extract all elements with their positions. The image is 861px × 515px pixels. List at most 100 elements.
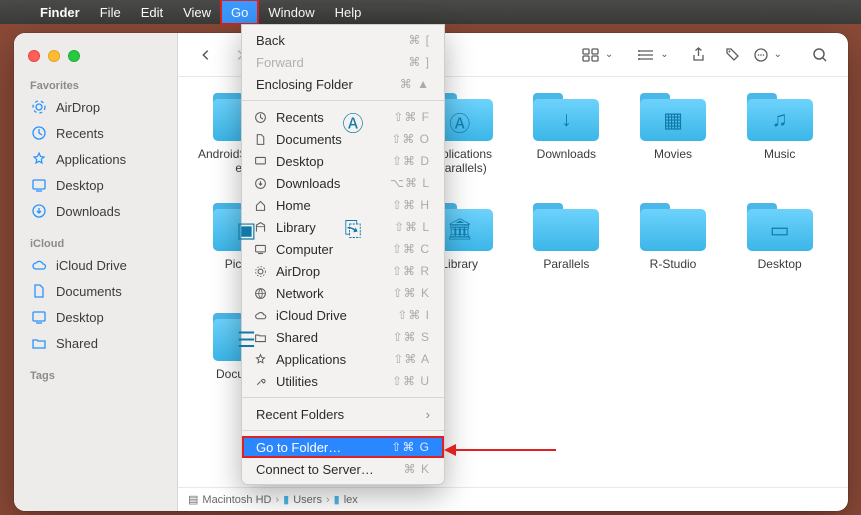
downloads-icon <box>30 202 48 220</box>
folder-icon: ▭ <box>747 201 813 251</box>
menu-item-icloud-drive[interactable]: iCloud Drive ⇧⌘ I <box>242 304 444 326</box>
shared-folder-icon <box>30 334 48 352</box>
folder-label: Parallels <box>543 257 589 285</box>
sidebar-section-favorites: Favorites <box>14 76 177 94</box>
menu-item-home[interactable]: Home ⇧⌘ H <box>242 194 444 216</box>
search-button[interactable] <box>806 41 834 69</box>
sidebar-item-airdrop[interactable]: AirDrop <box>14 94 177 120</box>
folder-icon <box>533 201 599 251</box>
airdrop-icon <box>30 98 48 116</box>
menu-item-enclosing-folder[interactable]: Enclosing Folder ⌘ ▲ <box>242 73 444 95</box>
home-icon <box>252 197 268 213</box>
folder-icon <box>640 201 706 251</box>
sidebar-item-shared[interactable]: Shared <box>14 330 177 356</box>
zoom-button[interactable] <box>68 50 80 62</box>
back-button[interactable] <box>192 41 220 69</box>
menu-item-shortcut: ⌘ ] <box>408 55 430 69</box>
menu-help[interactable]: Help <box>325 0 372 24</box>
hdd-icon: ▤ <box>188 493 198 506</box>
sidebar-item-documents[interactable]: Documents <box>14 278 177 304</box>
menu-edit[interactable]: Edit <box>131 0 173 24</box>
folder-item[interactable]: R-Studio <box>625 201 722 285</box>
folder-item[interactable]: ♫Music <box>731 91 828 175</box>
menu-item-utilities[interactable]: Utilities⇧⌘ U <box>242 370 444 392</box>
menu-go[interactable]: Go <box>221 0 258 24</box>
tag-button[interactable] <box>719 41 747 69</box>
menu-item-recent-folders[interactable]: Recent Folders› <box>242 403 444 425</box>
view-mode-button[interactable]: ⌄ <box>582 41 613 69</box>
menu-item-label: Desktop <box>276 154 384 169</box>
menu-item-label: Enclosing Folder <box>256 77 392 92</box>
menu-item-shortcut: ⇧⌘ K <box>393 286 430 300</box>
group-by-button[interactable]: ⌄ <box>637 41 668 69</box>
menu-item-shortcut: ⇧⌘ S <box>393 330 430 344</box>
sidebar-item-applications[interactable]: Applications <box>14 146 177 172</box>
sidebar-item-recents[interactable]: Recents <box>14 120 177 146</box>
menu-item-downloads[interactable]: Downloads⌥⌘ L <box>242 172 444 194</box>
menu-window[interactable]: Window <box>258 0 324 24</box>
applications-icon <box>30 150 48 168</box>
folder-icon: ▮ <box>283 493 289 506</box>
menu-item-label: Back <box>256 33 400 48</box>
menu-item-go-to-folder[interactable]: Go to Folder…⇧⌘ G <box>242 436 444 458</box>
downloads-icon <box>252 175 268 191</box>
crumb-label: Macintosh HD <box>202 494 271 506</box>
crumb-separator: › <box>326 494 330 506</box>
action-button[interactable]: ⌄ <box>753 41 782 69</box>
cloud-icon <box>30 256 48 274</box>
menu-item-airdrop[interactable]: AirDrop⇧⌘ R <box>242 260 444 282</box>
folder-item[interactable]: ▦ Movies <box>625 91 722 175</box>
folder-label: Music <box>764 147 795 175</box>
menu-item-label: iCloud Drive <box>276 308 389 323</box>
sidebar-item-desktop-icloud[interactable]: Desktop <box>14 304 177 330</box>
menu-item-shortcut: ⇧⌘ A <box>393 352 430 366</box>
menu-item-desktop[interactable]: Desktop ⇧⌘ D <box>242 150 444 172</box>
folder-item[interactable]: ↓Downloads <box>518 91 615 175</box>
crumb-separator: › <box>275 494 279 506</box>
path-crumb[interactable]: ▤ Macintosh HD <box>188 493 271 506</box>
menu-item-shortcut: ⌘ ▲ <box>400 77 430 91</box>
sidebar-item-desktop[interactable]: Desktop <box>14 172 177 198</box>
menu-item-connect-to-server[interactable]: Connect to Server…⌘ K <box>242 458 444 480</box>
folder-label: Downloads <box>537 147 596 175</box>
menu-item-label: Applications <box>276 352 385 367</box>
folder-label: Movies <box>654 147 692 175</box>
folder-item[interactable]: ▭Desktop <box>731 201 828 285</box>
menu-item-back[interactable]: Back⌘ [ <box>242 29 444 51</box>
app-name[interactable]: Finder <box>30 0 90 24</box>
sidebar-item-icloud-drive[interactable]: iCloud Drive <box>14 252 177 278</box>
menu-item-shortcut: ⇧⌘ R <box>392 264 430 278</box>
menu-item-network[interactable]: Network ⇧⌘ K <box>242 282 444 304</box>
menu-item-label: Home <box>276 198 384 213</box>
sidebar-item-downloads[interactable]: Downloads <box>14 198 177 224</box>
document-icon <box>30 282 48 300</box>
cloud-icon <box>252 307 268 323</box>
path-crumb[interactable]: ▮Users <box>283 493 322 506</box>
folder-label: Library <box>441 257 478 285</box>
menu-view[interactable]: View <box>173 0 221 24</box>
desktop-icon <box>30 176 48 194</box>
network-icon <box>252 285 268 301</box>
minimize-button[interactable] <box>48 50 60 62</box>
clock-icon <box>252 109 268 125</box>
sidebar-item-label: Shared <box>56 336 98 351</box>
folder-item[interactable]: Parallels <box>518 201 615 285</box>
menu-item-shortcut: ⇧⌘ L <box>394 220 430 234</box>
path-bar: ▤ Macintosh HD › ▮Users › ▮lex <box>178 487 848 511</box>
computer-icon <box>252 241 268 257</box>
menu-file[interactable]: File <box>90 0 131 24</box>
desktop-icon <box>252 153 268 169</box>
folder-icon: ▦ <box>640 91 706 141</box>
share-button[interactable] <box>685 41 713 69</box>
menu-item-shortcut: ⌘ K <box>404 462 430 476</box>
desktop-icon <box>30 308 48 326</box>
close-button[interactable] <box>28 50 40 62</box>
menu-item-shortcut: ⇧⌘ I <box>397 308 430 322</box>
window-controls <box>14 48 177 76</box>
menu-item-label: Network <box>276 286 385 301</box>
menu-item-shortcut: ⇧⌘ H <box>392 198 430 212</box>
menu-item-label: Recent Folders <box>256 407 418 422</box>
menu-item-shortcut: ⇧⌘ D <box>392 154 430 168</box>
path-crumb[interactable]: ▮lex <box>334 493 358 506</box>
sidebar-item-label: Documents <box>56 284 122 299</box>
